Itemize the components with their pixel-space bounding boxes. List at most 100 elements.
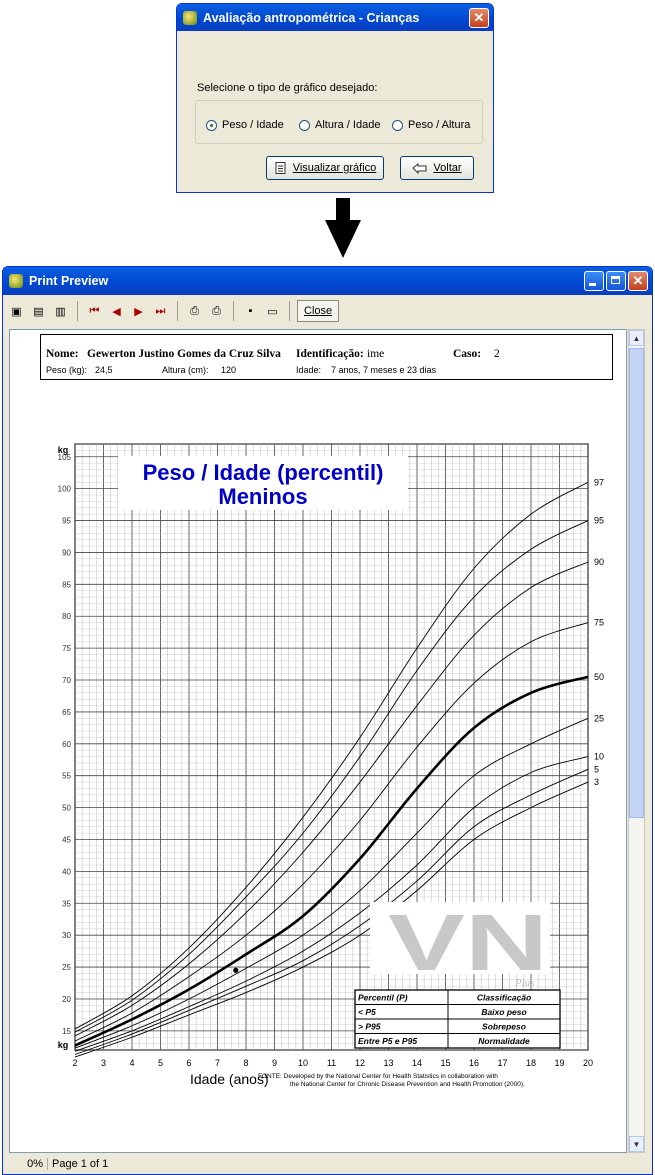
last-page-icon[interactable]: ⏭ xyxy=(151,302,170,320)
legend-table-cell: Percentil (P) xyxy=(358,993,408,1003)
first-page-icon[interactable]: ⏮ xyxy=(85,302,104,320)
source-note-line-2: the National Center for Chronic Disease … xyxy=(290,1081,525,1088)
radio-peso-altura[interactable]: Peso / Altura xyxy=(392,119,470,131)
status-page: Page 1 of 1 xyxy=(52,1158,109,1170)
print-setup-icon[interactable]: ⎙ xyxy=(185,302,204,320)
radio-label: Altura / Idade xyxy=(315,119,381,131)
x-tick-label: 19 xyxy=(554,1058,564,1068)
y-tick-label: 80 xyxy=(62,612,71,621)
x-tick-label: 8 xyxy=(243,1058,248,1068)
app-icon xyxy=(9,274,23,288)
window-close-button[interactable]: ✕ xyxy=(628,271,648,291)
x-tick-label: 12 xyxy=(355,1058,365,1068)
watermark-sub: Plus xyxy=(514,977,535,989)
x-tick-label: 10 xyxy=(298,1058,308,1068)
radio-peso-idade[interactable]: Peso / Idade xyxy=(206,119,284,131)
radio-label: Peso / Altura xyxy=(408,119,471,131)
radio-altura-idade[interactable]: Altura / Idade xyxy=(299,119,380,131)
legend-table-cell: > P95 xyxy=(358,1022,381,1032)
vertical-scrollbar[interactable]: ▲ ▼ xyxy=(628,329,645,1153)
scroll-thumb[interactable] xyxy=(629,348,644,818)
minimize-button[interactable] xyxy=(584,271,604,291)
x-tick-label: 11 xyxy=(327,1058,336,1068)
weight-label: Peso (kg): xyxy=(46,365,88,375)
back-hand-icon xyxy=(412,162,427,174)
status-zoom: 0% xyxy=(3,1158,48,1170)
dialog-close-button[interactable]: ✕ xyxy=(469,8,489,28)
patient-height: 120 xyxy=(221,365,237,375)
scroll-up-icon[interactable]: ▲ xyxy=(629,330,644,346)
save-icon[interactable]: ▪ xyxy=(241,302,260,320)
y-tick-label: 95 xyxy=(62,517,71,526)
case-label: Caso: xyxy=(453,348,482,360)
view-chart-button[interactable]: Visualizar gráfico xyxy=(266,156,384,180)
y-tick-label: 50 xyxy=(62,804,71,813)
chart-type-group: Peso / Idade Altura / Idade Peso / Altur… xyxy=(195,100,483,144)
y-tick-label: 40 xyxy=(62,867,71,876)
patient-point xyxy=(233,967,239,973)
y-tick-label: 75 xyxy=(62,644,71,653)
zoom-icon[interactable]: ▥ xyxy=(51,302,70,320)
y-tick-label: 65 xyxy=(62,708,71,717)
x-tick-label: 20 xyxy=(583,1058,593,1068)
y-tick-label: 70 xyxy=(62,676,71,685)
legend-table-cell: Sobrepeso xyxy=(482,1022,526,1032)
legend-table-cell: Entre P5 e P95 xyxy=(358,1036,417,1046)
source-note-line-1: FONTE: Developed by the National Center … xyxy=(258,1073,498,1080)
percentile-label-97: 97 xyxy=(594,477,604,487)
name-label: Nome: xyxy=(46,348,79,360)
y-tick-label: 25 xyxy=(62,963,71,972)
legend-table-cell: Classificação xyxy=(477,993,531,1003)
maximize-button[interactable] xyxy=(606,271,626,291)
x-tick-label: 3 xyxy=(101,1058,106,1068)
percentile-label-95: 95 xyxy=(594,516,604,526)
y-tick-label: 15 xyxy=(62,1027,71,1036)
y-tick-label: 55 xyxy=(62,772,71,781)
x-tick-label: 2 xyxy=(72,1058,77,1068)
x-tick-label: 9 xyxy=(272,1058,277,1068)
y-axis-label-bottom: kg xyxy=(58,1040,69,1050)
x-tick-label: 13 xyxy=(383,1058,393,1068)
x-tick-label: 16 xyxy=(469,1058,479,1068)
down-arrow-icon xyxy=(325,220,361,258)
x-axis-label: Idade (anos) xyxy=(190,1071,269,1087)
legend-table-cell: Normalidade xyxy=(478,1036,530,1046)
preview-title: Print Preview xyxy=(29,274,109,288)
back-label: Voltar xyxy=(433,162,462,174)
x-tick-label: 14 xyxy=(412,1058,422,1068)
back-button[interactable]: Voltar xyxy=(400,156,474,180)
view-chart-label: Visualizar gráfico xyxy=(292,162,377,174)
x-tick-label: 4 xyxy=(129,1058,134,1068)
radio-label: Peso / Idade xyxy=(222,119,284,131)
y-tick-label: 30 xyxy=(62,931,71,940)
status-bar: 0% Page 1 of 1 xyxy=(3,1154,652,1174)
case-number: 2 xyxy=(494,348,500,360)
percentile-label-10: 10 xyxy=(594,752,604,762)
patient-age: 7 anos, 7 meses e 23 dias xyxy=(331,365,437,375)
next-page-icon[interactable]: ▶ xyxy=(129,302,148,320)
page-width-icon[interactable]: ▤ xyxy=(29,302,48,320)
open-icon[interactable]: ▭ xyxy=(263,302,282,320)
preview-close-button[interactable]: Close xyxy=(297,300,340,322)
x-tick-label: 6 xyxy=(186,1058,191,1068)
x-tick-label: 7 xyxy=(215,1058,220,1068)
close-label: Close xyxy=(304,305,333,317)
preview-titlebar[interactable]: Print Preview xyxy=(3,267,652,295)
whole-page-icon[interactable]: ▣ xyxy=(7,302,26,320)
id-label: Identificação: xyxy=(296,348,364,360)
print-preview-window: Print Preview ✕ ▣ ▤ ▥ ⏮ ◀ ▶ ⏭ ⎙ ⎙ ▪ ▭ Cl… xyxy=(2,266,653,1175)
down-arrow-shaft xyxy=(336,198,350,222)
selection-dialog: Avaliação antropométrica - Crianças ✕ Se… xyxy=(176,3,494,193)
scroll-down-icon[interactable]: ▼ xyxy=(629,1136,644,1152)
radio-selected-icon xyxy=(206,119,217,131)
dialog-titlebar[interactable]: Avaliação antropométrica - Crianças xyxy=(177,4,493,31)
preview-page-area[interactable]: Nome: Gewerton Justino Gomes da Cruz Sil… xyxy=(9,329,627,1153)
x-tick-label: 18 xyxy=(526,1058,536,1068)
watermark-logo: VN xyxy=(388,898,548,987)
previous-page-icon[interactable]: ◀ xyxy=(107,302,126,320)
percentile-label-25: 25 xyxy=(594,713,604,723)
dialog-title: Avaliação antropométrica - Crianças xyxy=(203,10,420,25)
percentile-label-75: 75 xyxy=(594,618,604,628)
y-tick-label: 85 xyxy=(62,580,71,589)
print-icon[interactable]: ⎙ xyxy=(207,302,226,320)
